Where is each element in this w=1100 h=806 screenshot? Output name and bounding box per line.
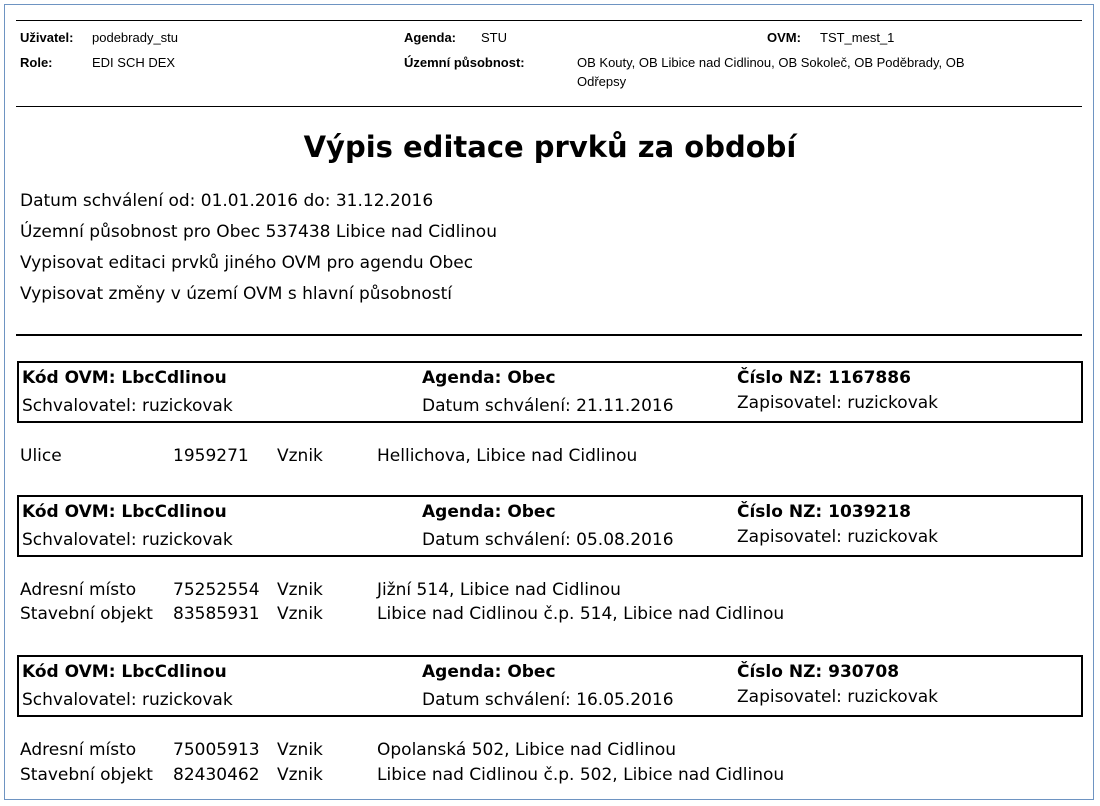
record-zapisovatel: Zapisovatel: ruzickovak — [737, 393, 939, 413]
item-type: Adresní místo — [20, 580, 137, 600]
record-datum: Datum schválení: 21.11.2016 — [422, 396, 674, 416]
role-label: Role: — [20, 55, 53, 70]
record-cislo-nz: Číslo NZ: 1039218 — [737, 502, 911, 522]
header-bottom-rule — [16, 106, 1082, 107]
record-cislo-nz: Číslo NZ: 930708 — [737, 662, 900, 682]
territory-line-1: OB Kouty, OB Libice nad Cidlinou, OB Sok… — [577, 55, 965, 70]
agenda-value: STU — [481, 30, 507, 45]
record-header: Kód OVM: LbcCdlinou Agenda: Obec Číslo N… — [17, 361, 1083, 423]
record-datum: Datum schválení: 16.05.2016 — [422, 690, 674, 710]
item-type: Adresní místo — [20, 740, 137, 760]
record-zapisovatel: Zapisovatel: ruzickovak — [737, 527, 939, 547]
ovm-value: TST_mest_1 — [820, 30, 895, 45]
item-type: Ulice — [20, 446, 62, 466]
item-id: 75252554 — [173, 580, 260, 600]
item-action: Vznik — [277, 740, 323, 760]
record-header: Kód OVM: LbcCdlinou Agenda: Obec Číslo N… — [17, 495, 1083, 557]
record-agenda: Agenda: Obec — [422, 662, 556, 682]
record-datum: Datum schválení: 05.08.2016 — [422, 530, 674, 550]
record-kod-ovm: Kód OVM: LbcCdlinou — [22, 502, 227, 522]
param-changes: Vypisovat změny v území OVM s hlavní půs… — [20, 284, 452, 304]
item-action: Vznik — [277, 765, 323, 785]
record-agenda: Agenda: Obec — [422, 502, 556, 522]
item-action: Vznik — [277, 580, 323, 600]
item-id: 75005913 — [173, 740, 260, 760]
report-title: Výpis editace prvků za období — [303, 130, 797, 164]
item-type: Stavební objekt — [20, 604, 153, 624]
param-other-ovm: Vypisovat editaci prvků jiného OVM pro a… — [20, 253, 474, 273]
item-description: Jižní 514, Libice nad Cidlinou — [377, 580, 621, 600]
record-kod-ovm: Kód OVM: LbcCdlinou — [22, 662, 227, 682]
record-schvalovatel: Schvalovatel: ruzickovak — [22, 690, 233, 710]
item-type: Stavební objekt — [20, 765, 153, 785]
item-action: Vznik — [277, 604, 323, 624]
record-agenda: Agenda: Obec — [422, 368, 556, 388]
item-id: 83585931 — [173, 604, 260, 624]
item-id: 82430462 — [173, 765, 260, 785]
record-kod-ovm: Kód OVM: LbcCdlinou — [22, 368, 227, 388]
record-header: Kód OVM: LbcCdlinou Agenda: Obec Číslo N… — [17, 655, 1083, 717]
user-label: Uživatel: — [20, 30, 74, 45]
item-description: Libice nad Cidlinou č.p. 502, Libice nad… — [377, 765, 785, 785]
params-rule — [16, 334, 1082, 336]
param-date-range: Datum schválení od: 01.01.2016 do: 31.12… — [20, 191, 434, 211]
agenda-label: Agenda: — [404, 30, 456, 45]
role-value: EDI SCH DEX — [92, 55, 176, 70]
record-zapisovatel: Zapisovatel: ruzickovak — [737, 687, 939, 707]
record-schvalovatel: Schvalovatel: ruzickovak — [22, 530, 233, 550]
record-schvalovatel: Schvalovatel: ruzickovak — [22, 396, 233, 416]
territory-line-2: Odřepsy — [577, 74, 627, 89]
param-territory: Územní působnost pro Obec 537438 Libice … — [20, 222, 497, 242]
item-description: Opolanská 502, Libice nad Cidlinou — [377, 740, 677, 760]
item-description: Hellichova, Libice nad Cidlinou — [377, 446, 638, 466]
ovm-label: OVM: — [767, 30, 801, 45]
item-action: Vznik — [277, 446, 323, 466]
item-id: 1959271 — [173, 446, 249, 466]
user-value: podebrady_stu — [92, 30, 179, 45]
header-top-rule — [16, 20, 1082, 21]
record-cislo-nz: Číslo NZ: 1167886 — [737, 368, 911, 388]
territory-label: Územní působnost: — [404, 55, 525, 70]
item-description: Libice nad Cidlinou č.p. 514, Libice nad… — [377, 604, 785, 624]
